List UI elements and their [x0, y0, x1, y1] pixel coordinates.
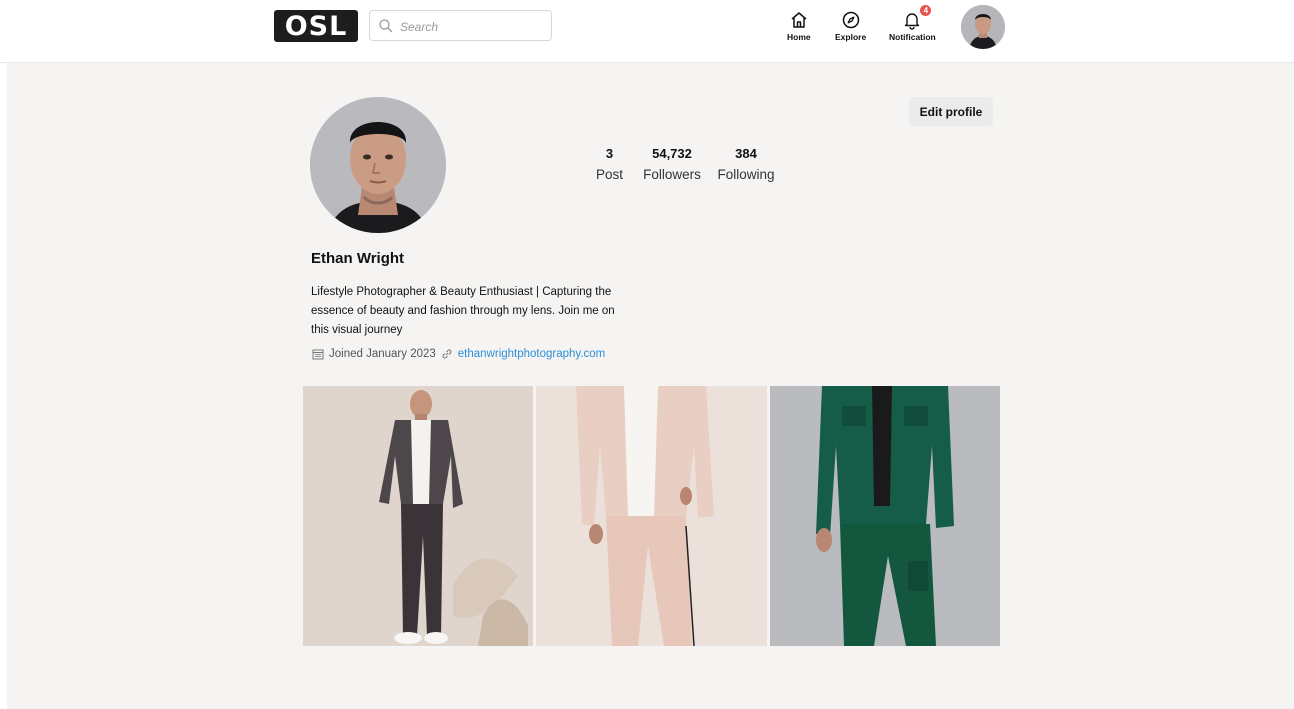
profile-name: Ethan Wright — [311, 250, 405, 267]
search-box[interactable] — [369, 10, 552, 41]
search-input[interactable] — [398, 15, 547, 38]
posts-count: 3 — [605, 146, 614, 161]
avatar-image — [961, 5, 1005, 49]
search-icon — [379, 19, 393, 33]
stat-followers[interactable]: 54,732 Followers — [636, 146, 708, 182]
nav-notification[interactable]: 4 Notification — [889, 5, 936, 42]
nav-home-label: Home — [787, 32, 811, 42]
profile-avatar — [310, 97, 446, 233]
profile-meta: Joined January 2023 ethanwrightphotograp… — [312, 348, 605, 360]
followers-count: 54,732 — [652, 146, 692, 161]
profile-bio: Lifestyle Photographer & Beauty Enthusia… — [311, 283, 631, 340]
posts-grid — [303, 386, 1000, 646]
stat-following[interactable]: 384 Following — [710, 146, 782, 182]
link-icon — [442, 349, 452, 359]
compass-icon — [842, 11, 859, 29]
following-label: Following — [717, 167, 775, 182]
profile-photo — [310, 97, 446, 233]
profile-page: Edit profile 3 Post 54,732 Followers 384… — [7, 63, 1294, 709]
home-icon — [791, 12, 807, 28]
bio-line: essence of beauty and fashion through my… — [311, 305, 615, 317]
osl-logo[interactable]: OSL — [274, 10, 358, 42]
post-thumbnail[interactable] — [303, 386, 534, 646]
post-image-pink-suit — [536, 386, 767, 646]
stat-posts[interactable]: 3 Post — [587, 146, 632, 182]
profile-stats: 3 Post 54,732 Followers 384 Following — [587, 146, 782, 182]
top-nav-bar: OSL Home Explore 4 Notification — [0, 0, 1294, 63]
calendar-icon — [312, 349, 324, 360]
website-link[interactable]: ethanwrightphotography.com — [458, 348, 605, 360]
post-thumbnail[interactable] — [536, 386, 767, 646]
post-image-green-set — [769, 386, 1000, 646]
bio-line: Lifestyle Photographer & Beauty Enthusia… — [311, 286, 612, 298]
posts-label: Post — [595, 167, 623, 182]
nav-notification-label: Notification — [889, 32, 936, 42]
logo-text: OSL — [284, 10, 348, 42]
edit-profile-button[interactable]: Edit profile — [909, 97, 993, 126]
nav-explore[interactable]: Explore — [835, 10, 866, 42]
notification-badge: 4 — [920, 5, 932, 16]
joined-date: Joined January 2023 — [329, 348, 436, 360]
bell-icon — [905, 13, 920, 30]
post-thumbnail[interactable] — [769, 386, 1000, 646]
following-count: 384 — [735, 146, 757, 161]
followers-label: Followers — [643, 167, 701, 182]
user-avatar-menu[interactable] — [961, 5, 1005, 49]
nav-home[interactable]: Home — [787, 10, 811, 42]
bio-line: this visual journey — [311, 324, 403, 336]
post-image-charcoal-suit — [303, 386, 534, 646]
nav-explore-label: Explore — [835, 32, 867, 42]
